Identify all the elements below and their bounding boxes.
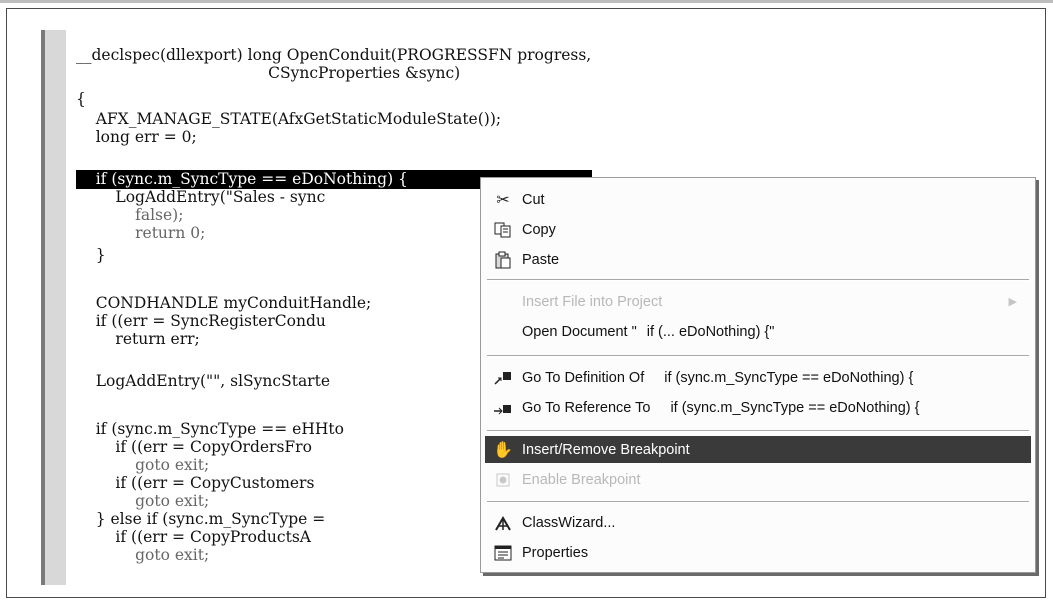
code-line: return 0;	[76, 224, 206, 242]
code-line: goto exit;	[76, 546, 210, 564]
menu-separator	[487, 355, 1029, 357]
code-line: goto exit;	[76, 456, 210, 474]
menu-item-label: Enable Breakpoint	[522, 471, 641, 488]
code-line: if (sync.m_SyncType == eHHto	[76, 420, 344, 438]
menu-item-label: Paste	[522, 251, 560, 268]
menu-item-open-document[interactable]: Open Document " if (... eDoNothing) {"	[485, 318, 1031, 345]
menu-item-classwizard[interactable]: ClassWizard...	[485, 509, 1031, 536]
menu-item-label: Copy	[522, 221, 556, 238]
menu-item-argument: if (sync.m_SyncType == eDoNothing) {	[664, 369, 914, 386]
menu-item-label: Insert/Remove Breakpoint	[522, 441, 690, 458]
code-line: if ((err = CopyProductsA	[76, 528, 311, 546]
menu-item-label: Insert File into Project	[522, 293, 663, 310]
menu-item-label: Go To Reference To	[522, 399, 651, 416]
menu-item-argument: if (... eDoNothing) {"	[646, 323, 775, 340]
code-line: if ((err = CopyOrdersFro	[76, 438, 312, 456]
scissors-icon: ✂	[496, 191, 510, 209]
code-line: LogAddEntry("Sales - sync	[76, 188, 326, 206]
menu-separator	[487, 501, 1029, 503]
menu-item-label: Cut	[522, 191, 545, 208]
properties-icon	[492, 543, 514, 563]
code-line: if ((err = CopyCustomers	[76, 474, 315, 492]
menu-separator	[487, 279, 1029, 281]
menu-item-cut[interactable]: ✂ Cut	[485, 186, 1031, 213]
code-line: goto exit;	[76, 492, 210, 510]
blank-icon	[492, 322, 514, 342]
menu-item-label: Go To Definition Of	[522, 369, 645, 386]
menu-item-paste[interactable]: Paste	[485, 246, 1031, 273]
code-line: long err = 0;	[76, 128, 197, 146]
code-line: }	[76, 246, 106, 264]
menu-item-label: Properties	[522, 544, 589, 561]
copy-icon	[492, 220, 514, 240]
goto-reference-icon	[492, 398, 514, 418]
context-menu: ✂ Cut Copy Paste Insert File into Projec…	[480, 177, 1036, 573]
goto-definition-icon	[492, 368, 514, 388]
menu-item-goto-reference[interactable]: Go To Reference To if (sync.m_SyncType =…	[485, 394, 1031, 421]
menu-item-label: ClassWizard...	[522, 514, 616, 531]
menu-item-argument: if (sync.m_SyncType == eDoNothing) {	[670, 399, 920, 416]
submenu-arrow-icon: ▶	[1008, 296, 1017, 308]
menu-separator	[487, 430, 1029, 432]
menu-item-label: Open Document "	[522, 323, 637, 340]
code-line: AFX_MANAGE_STATE(AfxGetStaticModuleState…	[76, 110, 502, 128]
menu-item-insert-remove-breakpoint[interactable]: ✋ Insert/Remove Breakpoint	[485, 436, 1031, 463]
code-line: return err;	[76, 330, 200, 348]
code-line: false);	[76, 206, 184, 224]
code-line: {	[76, 90, 86, 108]
menu-item-insert-file-into-project[interactable]: Insert File into Project ▶	[485, 288, 1031, 315]
hand-icon: ✋	[493, 441, 513, 459]
menu-item-enable-breakpoint[interactable]: Enable Breakpoint	[485, 466, 1031, 493]
blank-icon	[492, 292, 514, 312]
breakpoint-icon	[492, 470, 514, 490]
code-line: CSyncProperties &sync)	[76, 64, 461, 82]
code-line: __declspec(dllexport) long OpenConduit(P…	[76, 46, 592, 64]
code-line: LogAddEntry("", slSyncStarte	[76, 372, 330, 390]
menu-item-properties[interactable]: Properties	[485, 539, 1031, 566]
menu-item-goto-definition[interactable]: Go To Definition Of if (sync.m_SyncType …	[485, 364, 1031, 391]
code-line: } else if (sync.m_SyncType =	[76, 510, 326, 528]
code-line: CONDHANDLE myConduitHandle;	[76, 294, 372, 312]
menu-item-copy[interactable]: Copy	[485, 216, 1031, 243]
selected-code-line[interactable]: if (sync.m_SyncType == eDoNothing) {	[76, 170, 408, 188]
wizard-icon	[492, 513, 514, 533]
code-line: if ((err = SyncRegisterCondu	[76, 312, 326, 330]
clipboard-icon	[492, 250, 514, 270]
